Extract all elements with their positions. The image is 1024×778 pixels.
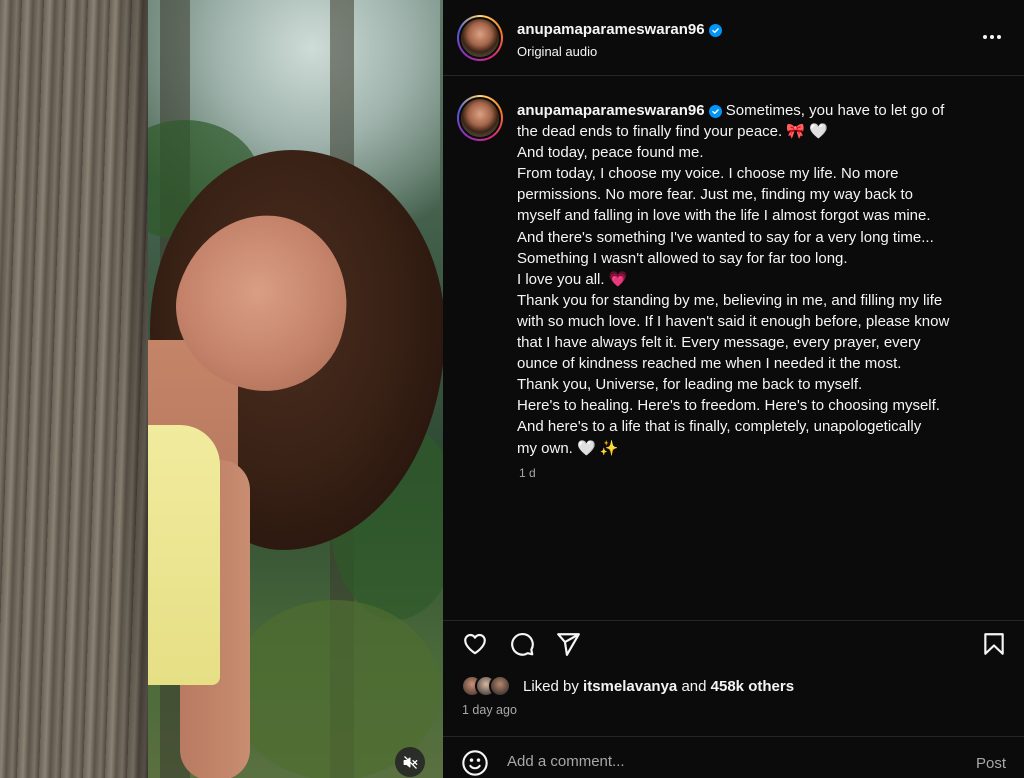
caption-line: Thank you for standing by me, believing … [517,291,943,309]
caption-line: Something I wasn't allowed to say for fa… [517,249,848,267]
post-details-panel: anupamaparameswaran96 Original audio anu… [443,0,1024,778]
like-button[interactable] [460,629,490,659]
likes-text[interactable]: Liked by itsmelavanya and 458k others [523,678,794,695]
share-button[interactable] [553,629,583,659]
more-options-icon [983,35,1001,39]
caption-line: I love you all. 💗 [517,270,628,288]
paper-plane-icon [557,633,580,656]
save-button[interactable] [979,629,1009,659]
caption-line: with so much love. If I haven't said it … [517,312,950,330]
likes-summary: Liked by itsmelavanya and 458k others [461,674,794,698]
post-comment-button[interactable]: Post [976,755,1006,772]
liker-avatars[interactable] [461,674,521,698]
caption-line: that I have always felt it. Every messag… [517,334,921,352]
post-timestamp: 1 day ago [462,703,517,717]
photo-tree-trunk [0,0,148,778]
comment-bubble-icon [511,633,534,656]
post-photo[interactable] [0,0,443,778]
more-options-button[interactable] [980,25,1004,49]
caption-line: And today, peace found me. [517,144,704,162]
post-actions-bar [443,620,1024,664]
likes-count[interactable]: 458k others [711,678,794,695]
author-avatar[interactable] [457,15,503,61]
caption-author-avatar[interactable] [457,95,503,141]
caption-line: my own. 🤍 ✨ [517,439,619,457]
author-username[interactable]: anupamaparameswaran96 [517,21,722,38]
caption-line: And there's something I've wanted to say… [517,228,934,246]
caption-line: And here's to a life that is finally, co… [517,418,922,436]
post-header: anupamaparameswaran96 Original audio [443,0,1024,76]
caption-line: permissions. No more fear. Just me, find… [517,186,913,204]
speaker-muted-icon [403,755,417,769]
post-caption: anupamaparameswaran96 Sometimes, you hav… [517,100,1017,459]
comment-bar: Post [443,736,1024,778]
caption-username[interactable]: anupamaparameswaran96 [517,102,705,119]
caption-line: anupamaparameswaran96 Sometimes, you hav… [517,102,945,119]
bookmark-icon [984,633,1004,655]
caption-timestamp: 1 d [519,466,536,480]
caption-line: myself and falling in love with the life… [517,207,931,225]
comment-button[interactable] [507,629,537,659]
smiley-icon[interactable] [461,749,489,777]
caption-line: From today, I choose my voice. I choose … [517,165,899,183]
caption-line: Thank you, Universe, for leading me back… [517,376,863,394]
liker-avatar [489,675,511,697]
verified-badge-icon [708,105,722,118]
mute-button[interactable] [395,747,425,777]
original-audio-link[interactable]: Original audio [517,44,597,59]
caption-line: the dead ends to finally find your peace… [517,123,828,141]
liked-by-user[interactable]: itsmelavanya [583,678,677,695]
caption-line: ounce of kindness reached me when I need… [517,355,902,373]
comment-input[interactable] [507,753,937,770]
verified-badge-icon [708,24,722,37]
heart-icon [464,633,486,655]
caption-line: Here's to healing. Here's to freedom. He… [517,397,940,415]
